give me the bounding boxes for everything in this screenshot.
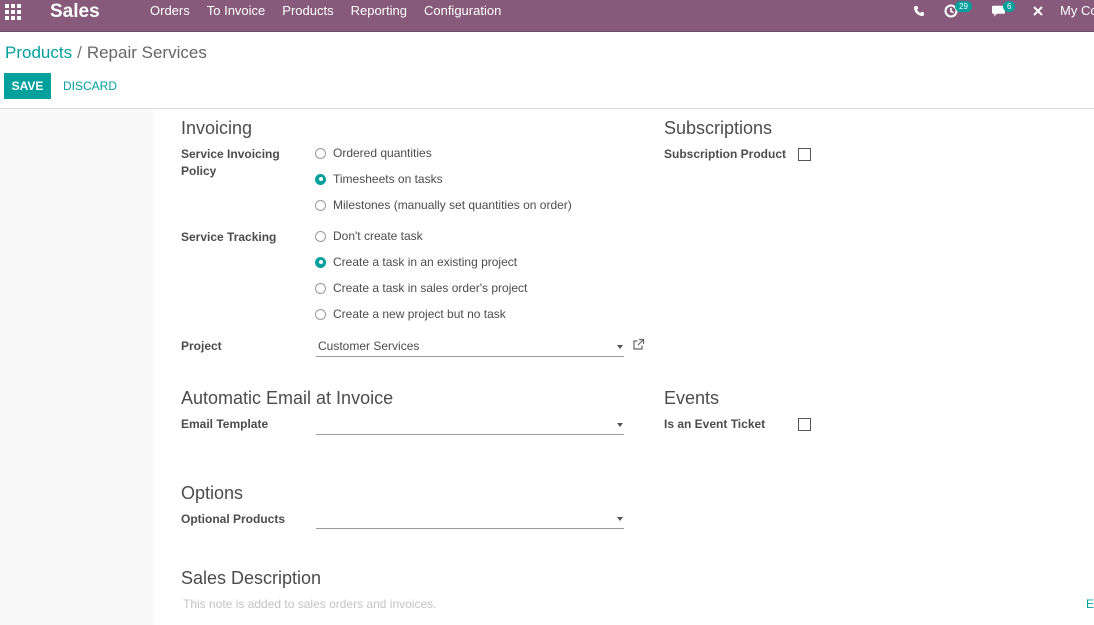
event-ticket-label: Is an Event Ticket xyxy=(664,417,766,431)
app-name: Sales xyxy=(50,1,100,22)
service-tracking-label: Service Tracking xyxy=(181,230,277,244)
radio-label: Timesheets on tasks xyxy=(333,172,443,186)
dropdown-caret-icon[interactable] xyxy=(617,423,623,427)
phone-icon[interactable] xyxy=(913,0,925,22)
invoicing-title: Invoicing xyxy=(181,118,253,138)
optional-products-label: Optional Products xyxy=(181,512,286,526)
sales-description-title: Sales Description xyxy=(181,568,322,588)
radio-label: Create a new project but no task xyxy=(333,307,506,321)
project-value: Customer Services xyxy=(318,339,420,353)
message-count-badge: 6 xyxy=(1003,1,1016,12)
radio-ordered-quantities[interactable]: Ordered quantities xyxy=(315,146,432,160)
optional-products-input[interactable] xyxy=(316,508,624,529)
dropdown-caret-icon[interactable] xyxy=(617,345,623,349)
options-title: Options xyxy=(181,483,244,503)
email-template-value xyxy=(316,417,318,431)
radio-button[interactable] xyxy=(315,147,326,159)
radio-new-project-no-task[interactable]: Create a new project but no task xyxy=(315,307,506,321)
menu-orders[interactable]: Orders xyxy=(150,0,190,22)
activity-count-badge: 29 xyxy=(955,1,972,12)
menu-products[interactable]: Products xyxy=(282,0,333,22)
project-label: Project xyxy=(181,339,222,353)
email-template-label: Email Template xyxy=(181,417,269,431)
service-invoicing-policy-label: Service Invoicing Policy xyxy=(181,147,280,178)
radio-label: Ordered quantities xyxy=(333,146,432,160)
radio-button[interactable] xyxy=(315,199,326,211)
radio-label: Don't create task xyxy=(333,229,423,243)
discard-button[interactable]: DISCARD xyxy=(63,73,117,99)
main-menu: Orders To Invoice Products Reporting Con… xyxy=(150,0,518,22)
close-icon[interactable] xyxy=(1032,0,1044,22)
radio-button[interactable] xyxy=(315,282,326,294)
company-switcher[interactable]: My Co xyxy=(1060,0,1094,22)
menu-configuration[interactable]: Configuration xyxy=(424,0,501,22)
sales-description-input[interactable]: This note is added to sales orders and i… xyxy=(183,597,436,611)
optional-products-value xyxy=(316,511,318,525)
breadcrumb-current: Repair Services xyxy=(86,43,207,62)
edge-link-text[interactable]: E xyxy=(1086,597,1094,611)
email-template-select[interactable] xyxy=(316,414,624,435)
menu-reporting[interactable]: Reporting xyxy=(351,0,407,22)
radio-dont-create-task[interactable]: Don't create task xyxy=(315,229,423,243)
radio-label: Create a task in sales order's project xyxy=(333,281,528,295)
save-button[interactable]: SAVE xyxy=(4,73,51,99)
radio-label: Milestones (manually set quantities on o… xyxy=(333,198,572,212)
radio-label: Create a task in an existing project xyxy=(333,255,518,269)
form-background xyxy=(0,109,154,625)
radio-button[interactable] xyxy=(315,308,326,320)
breadcrumb-products[interactable]: Products xyxy=(5,43,72,62)
form-sheet xyxy=(153,109,1094,625)
radio-task-existing-project[interactable]: Create a task in an existing project xyxy=(315,255,517,269)
subscription-product-label: Subscription Product xyxy=(664,147,787,161)
external-link-icon[interactable] xyxy=(632,338,646,352)
automatic-email-title: Automatic Email at Invoice xyxy=(181,388,394,408)
radio-button[interactable] xyxy=(315,230,326,242)
radio-milestones[interactable]: Milestones (manually set quantities on o… xyxy=(315,198,572,212)
event-ticket-checkbox[interactable] xyxy=(798,418,811,431)
dropdown-caret-icon[interactable] xyxy=(617,517,623,521)
radio-button-selected[interactable] xyxy=(315,173,326,185)
project-select[interactable]: Customer Services xyxy=(316,336,624,357)
top-navbar: Sales Orders To Invoice Products Reporti… xyxy=(0,0,1094,32)
radio-task-sales-order-project[interactable]: Create a task in sales order's project xyxy=(315,281,527,295)
breadcrumb: Products / Repair Services xyxy=(5,43,207,63)
radio-button-selected[interactable] xyxy=(315,256,326,268)
menu-to-invoice[interactable]: To Invoice xyxy=(207,0,266,22)
subscription-product-checkbox[interactable] xyxy=(798,148,811,161)
subscriptions-title: Subscriptions xyxy=(664,118,773,138)
events-title: Events xyxy=(664,388,720,408)
radio-timesheets-on-tasks[interactable]: Timesheets on tasks xyxy=(315,172,443,186)
breadcrumb-separator: / xyxy=(77,43,82,62)
apps-grid-icon[interactable] xyxy=(5,4,21,20)
